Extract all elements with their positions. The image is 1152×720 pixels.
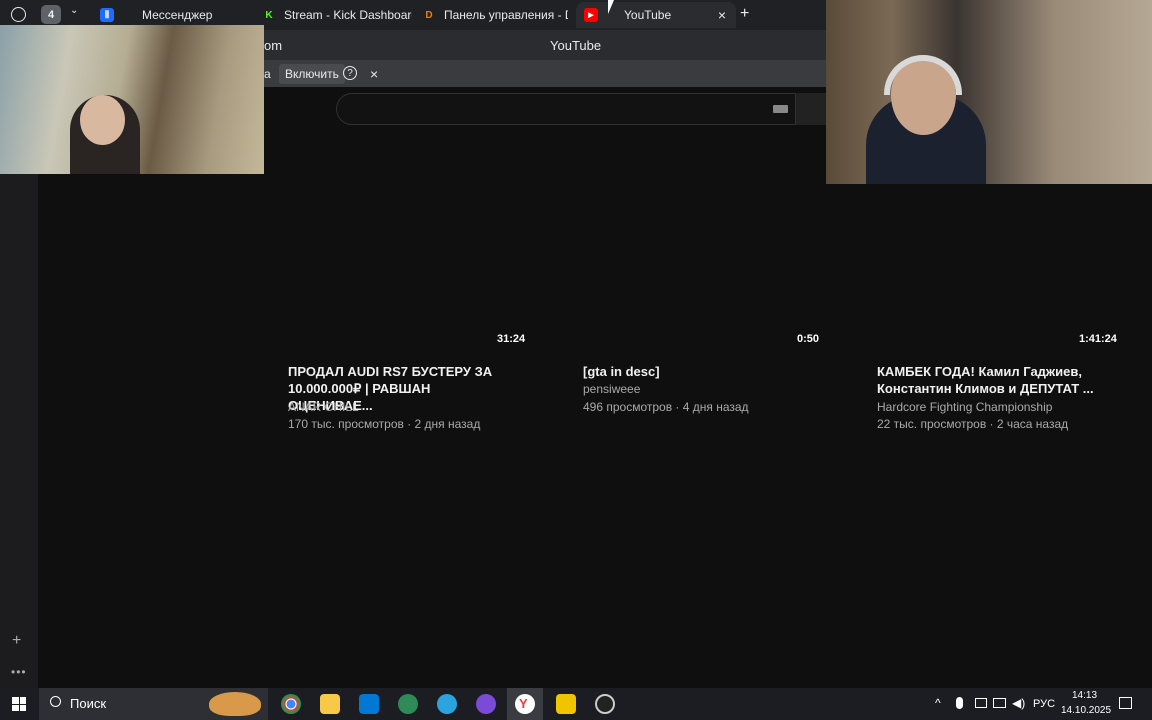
- shield-icon[interactable]: [398, 694, 418, 714]
- youtube-icon: ▶: [584, 8, 598, 22]
- messenger-app-icon[interactable]: [476, 694, 496, 714]
- page-title: YouTube: [550, 38, 602, 53]
- webcam-overlay-left: [0, 25, 264, 174]
- close-tab-icon[interactable]: ×: [718, 7, 726, 23]
- clock-date[interactable]: 14.10.2025: [1061, 705, 1111, 716]
- webcam-overlay-right: [826, 0, 1152, 184]
- volume-icon[interactable]: ◀): [1012, 696, 1025, 710]
- store-icon[interactable]: [359, 694, 379, 714]
- left-rail: [0, 174, 38, 688]
- network-icon[interactable]: [993, 698, 1006, 708]
- search-highlight-icon: [209, 692, 261, 716]
- video-stats: 22 тыс. просмотров · 2 часа назад: [877, 417, 1069, 431]
- chrome-icon[interactable]: [281, 694, 301, 714]
- tab-youtube[interactable]: ▶ YouTube ×: [576, 2, 736, 28]
- add-icon[interactable]: +: [12, 632, 21, 650]
- mouse-cursor: [608, 0, 614, 14]
- obs-icon[interactable]: [556, 694, 576, 714]
- video-title[interactable]: КАМБЕК ГОДА! Камил Гаджиев, Константин К…: [877, 363, 1107, 397]
- yandex-browser-active[interactable]: Y: [507, 688, 543, 720]
- keyboard-icon[interactable]: [773, 105, 788, 113]
- file-explorer-icon[interactable]: [320, 694, 340, 714]
- video-stats: 496 просмотров · 4 дня назад: [583, 400, 749, 414]
- head-silhouette: [80, 95, 125, 145]
- clock-time[interactable]: 14:13: [1072, 690, 1097, 701]
- notification-icon[interactable]: [1119, 697, 1132, 709]
- recording-icon[interactable]: [595, 694, 615, 714]
- search-button[interactable]: [796, 93, 826, 125]
- video-title-line: ПРОДАЛ AUDI RS7 БУСТЕРУ ЗА: [288, 364, 493, 379]
- close-icon[interactable]: ×: [370, 66, 378, 82]
- tab-count-badge[interactable]: 4: [41, 5, 61, 24]
- tab-label: YouTube: [624, 8, 672, 22]
- tab-donation-panel[interactable]: D Панель управления - Don: [422, 2, 568, 28]
- video-duration: 31:24: [497, 333, 526, 345]
- taskbar-search-label: Поиск: [70, 696, 107, 711]
- more-icon[interactable]: •••: [11, 665, 27, 679]
- tab-label: Мессенджер: [142, 8, 213, 22]
- yandex-letter-icon: Y: [519, 696, 528, 711]
- new-tab-icon[interactable]: +: [740, 5, 749, 23]
- kick-icon: K: [265, 9, 273, 21]
- channel-name[interactable]: pensiweee: [583, 381, 640, 398]
- video-title-line: [gta in desc]: [583, 364, 660, 379]
- windows-start-icon[interactable]: [12, 697, 26, 711]
- video-title[interactable]: [gta in desc]: [583, 363, 813, 380]
- microphone-icon[interactable]: [956, 697, 963, 709]
- help-icon[interactable]: ?: [343, 66, 357, 80]
- url-fragment[interactable]: om: [264, 38, 282, 53]
- enable-button[interactable]: Включить: [279, 64, 345, 84]
- video-title-line: Константин Климов и ДЕПУТАТ ...: [877, 381, 1094, 396]
- headphones: [884, 55, 962, 95]
- video-title-line: КАМБЕК ГОДА! Камил Гаджиев,: [877, 364, 1082, 379]
- tab-kick-dashboard[interactable]: K Stream - Kick Dashboard: [262, 2, 412, 28]
- language-indicator[interactable]: РУС: [1033, 698, 1055, 710]
- video-duration: 1:41:24: [1079, 333, 1117, 345]
- video-stats: 170 тыс. просмотров · 2 дня назад: [288, 417, 481, 431]
- channel-name[interactable]: ANAR CHILL: [288, 399, 359, 416]
- taskbar-search-box[interactable]: Поиск: [39, 688, 268, 720]
- history-icon[interactable]: [11, 7, 26, 22]
- donation-icon: D: [425, 9, 433, 21]
- telegram-icon[interactable]: [437, 694, 457, 714]
- search-icon: [50, 696, 61, 707]
- messenger-icon: Ⅱ: [100, 8, 114, 22]
- notice-fragment: а: [264, 67, 271, 81]
- tray-chevron-icon[interactable]: ^: [935, 696, 941, 710]
- tab-label: Панель управления - Don: [444, 8, 568, 22]
- search-input[interactable]: [336, 93, 796, 125]
- video-duration: 0:50: [797, 333, 820, 345]
- channel-name[interactable]: Hardcore Fighting Championship: [877, 399, 1052, 416]
- chevron-down-icon[interactable]: ⌄: [70, 5, 84, 23]
- tab-label: Stream - Kick Dashboard: [284, 8, 412, 22]
- meet-now-icon[interactable]: [975, 698, 987, 708]
